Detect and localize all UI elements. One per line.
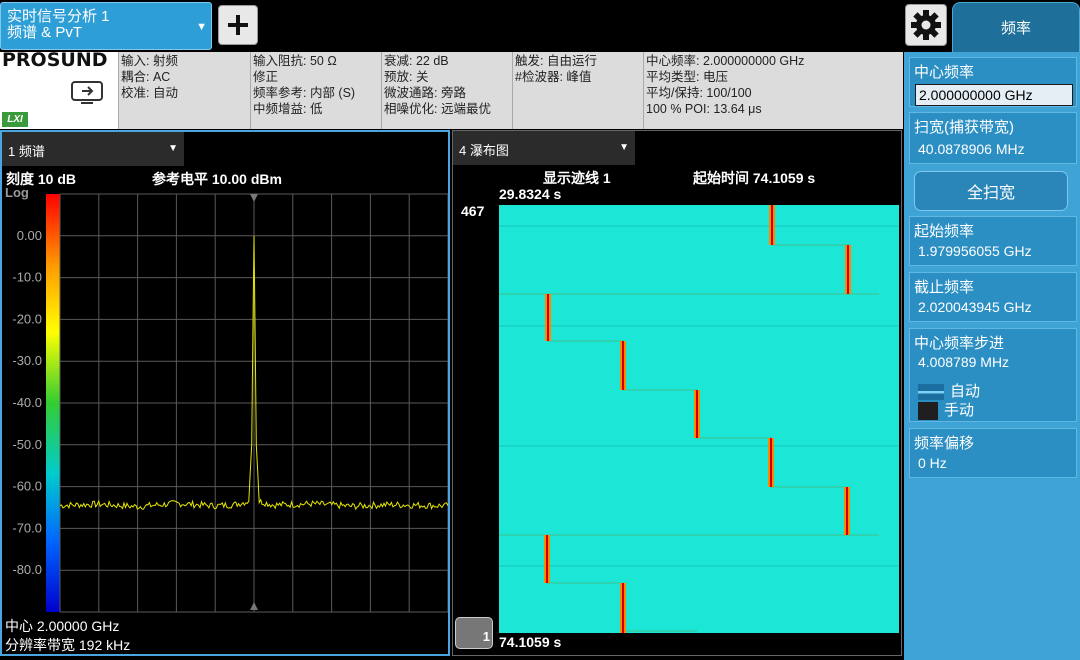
trace-select-waterfall[interactable]: 4 瀑布图 ▼ <box>453 131 635 165</box>
cf-step-softkey[interactable]: 中心频率步进 4.008789 MHz 自动 手动 <box>909 328 1077 422</box>
info-center-freq: 中心频率: 2.000000000 GHz 平均类型: 电压 平均/保持: 10… <box>643 52 903 129</box>
span-value: 40.0878906 MHz <box>918 141 1025 157</box>
softkey-label: 截止频率 <box>914 279 975 296</box>
tab-frequency[interactable]: 频率 <box>952 2 1080 52</box>
info-line: 100 % POI: 13.64 μs <box>646 102 762 116</box>
plus-icon <box>228 15 248 35</box>
display-trace-label: 显示迹线 1 <box>543 170 611 186</box>
softkey-label: 中心频率 <box>914 64 975 81</box>
info-bar: PROSUND LXI 输入: 射频 耦合: AC 校准: 自动 输入阻抗: 5… <box>0 49 903 129</box>
y-tick-label: -50.0 <box>12 437 42 452</box>
center-freq-input[interactable]: 2.000000000 GHz <box>915 84 1073 106</box>
info-line: 相噪优化: 远端最优 <box>384 102 491 116</box>
info-line: 修正 <box>253 70 279 84</box>
info-line: 衰减: 22 dB <box>384 54 449 68</box>
softkey-label: 中心频率步进 <box>914 335 1005 352</box>
log-label: Log <box>5 185 29 200</box>
waterfall-window[interactable]: 4 瀑布图 ▼ 显示迹线 1 起始时间 74.1059 s 29.8324 s … <box>452 130 902 656</box>
y-tick-label: -70.0 <box>12 520 42 535</box>
spectrum-plot: 0.00 -10.0 -20.0 -30.0 -40.0 -50.0 -60.0 -70.0 -… <box>12 193 448 613</box>
y-tick-label: -40.0 <box>12 395 42 410</box>
center-freq-softkey[interactable]: 中心频率 2.000000000 GHz <box>909 57 1077 107</box>
cf-step-value: 4.008789 MHz <box>918 354 1010 370</box>
info-line: 中心频率: 2.000000000 GHz <box>646 54 805 68</box>
span-softkey[interactable]: 扫宽(捕获带宽) 40.0878906 MHz <box>909 112 1077 164</box>
info-line: 输入阻抗: 50 Ω <box>253 54 337 68</box>
stop-freq-value: 2.020043945 GHz <box>918 299 1032 315</box>
screen-share-icon[interactable] <box>70 80 104 106</box>
bottom-time-label: 74.1059 s <box>499 634 562 650</box>
info-line: 校准: 自动 <box>121 86 178 100</box>
rbw-label: 分辨率带宽 192 kHz <box>5 637 131 653</box>
y-tick-label: -20.0 <box>12 311 42 326</box>
color-scale-bar <box>46 194 60 612</box>
start-time-label: 起始时间 74.1059 s <box>693 170 816 186</box>
marker-button[interactable]: 1 <box>455 617 493 649</box>
info-line: 平均类型: 电压 <box>646 70 728 84</box>
sweep-count-label: 467 <box>461 203 485 219</box>
info-line: 耦合: AC <box>121 70 171 84</box>
y-tick-label: 0.00 <box>17 228 42 243</box>
mode-line1: 实时信号分析 1 <box>7 8 110 25</box>
softkey-label: 频率偏移 <box>914 435 975 452</box>
info-line: 预放: 关 <box>384 70 429 84</box>
y-tick-label: -60.0 <box>12 479 42 494</box>
center-freq-label: 中心 2.00000 GHz <box>5 618 120 634</box>
softkey-label: 扫宽(捕获带宽) <box>914 119 1014 136</box>
top-bar: 实时信号分析 1 频谱 & PvT ▼ 频率 <box>0 0 1080 52</box>
y-tick-labels: 0.00 -10.0 -20.0 -30.0 -40.0 -50.0 -60.0 -70.0 -… <box>12 228 42 577</box>
trace-select-label: 4 瀑布图 <box>459 143 509 158</box>
y-tick-label: -80.0 <box>12 562 42 577</box>
gear-icon <box>911 10 941 40</box>
y-tick-label: -30.0 <box>12 353 42 368</box>
chevron-down-icon: ▼ <box>196 21 207 33</box>
full-span-button[interactable]: 全扫宽 <box>914 171 1068 211</box>
start-freq-value: 1.979956055 GHz <box>918 243 1032 259</box>
manual-option[interactable]: 手动 <box>918 399 975 421</box>
brand-logo: PROSUND <box>2 49 108 71</box>
auto-selected-indicator <box>918 384 944 401</box>
mode-select[interactable]: 实时信号分析 1 频谱 & PvT ▼ <box>0 2 212 50</box>
info-trigger: 触发: 自由运行 #检波器: 峰值 <box>512 52 643 129</box>
marker-bottom-icon <box>250 602 258 610</box>
info-line: #检波器: 峰值 <box>515 70 592 84</box>
softkey-label: 起始频率 <box>914 223 975 240</box>
settings-button[interactable] <box>905 4 947 46</box>
spectrum-window[interactable]: 1 频谱 ▼ 刻度 10 dB 参考电平 10.00 dBm 0.00 -10.0… <box>0 130 450 656</box>
top-time-label: 29.8324 s <box>499 186 562 202</box>
add-button[interactable] <box>218 5 258 45</box>
y-tick-label: -10.0 <box>12 270 42 285</box>
auto-label: 自动 <box>950 383 981 400</box>
stop-freq-softkey[interactable]: 截止频率 2.020043945 GHz <box>909 272 1077 322</box>
info-line: 中频增益: 低 <box>253 102 323 116</box>
start-freq-softkey[interactable]: 起始频率 1.979956055 GHz <box>909 216 1077 266</box>
info-attenuation: 衰减: 22 dB 预放: 关 微波通路: 旁路 相噪优化: 远端最优 <box>381 52 512 129</box>
frequency-menu-panel: 中心频率 2.000000000 GHz 扫宽(捕获带宽) 40.0878906… <box>904 52 1080 660</box>
info-line: 平均/保持: 100/100 <box>646 86 752 100</box>
info-input: 输入: 射频 耦合: AC 校准: 自动 <box>118 52 250 129</box>
chevron-down-icon: ▼ <box>619 142 629 153</box>
lxi-badge: LXI <box>2 112 28 127</box>
marker-top-icon <box>250 194 258 202</box>
auto-option[interactable]: 自动 <box>918 380 980 401</box>
info-impedance: 输入阻抗: 50 Ω 修正 频率参考: 内部 (S) 中频增益: 低 <box>250 52 381 129</box>
info-line: 输入: 射频 <box>121 54 178 68</box>
freq-offset-softkey[interactable]: 频率偏移 0 Hz <box>909 428 1077 478</box>
marker-number: 1 <box>482 629 490 644</box>
logo-area: PROSUND LXI <box>0 49 118 129</box>
info-line: 微波通路: 旁路 <box>384 86 466 100</box>
manual-indicator <box>918 402 938 421</box>
freq-offset-value: 0 Hz <box>918 455 947 471</box>
info-line: 频率参考: 内部 (S) <box>253 86 356 100</box>
waterfall-plot <box>499 205 899 633</box>
info-line: 触发: 自由运行 <box>515 54 597 68</box>
manual-label: 手动 <box>944 402 975 419</box>
mode-line2: 频谱 & PvT <box>7 24 83 41</box>
